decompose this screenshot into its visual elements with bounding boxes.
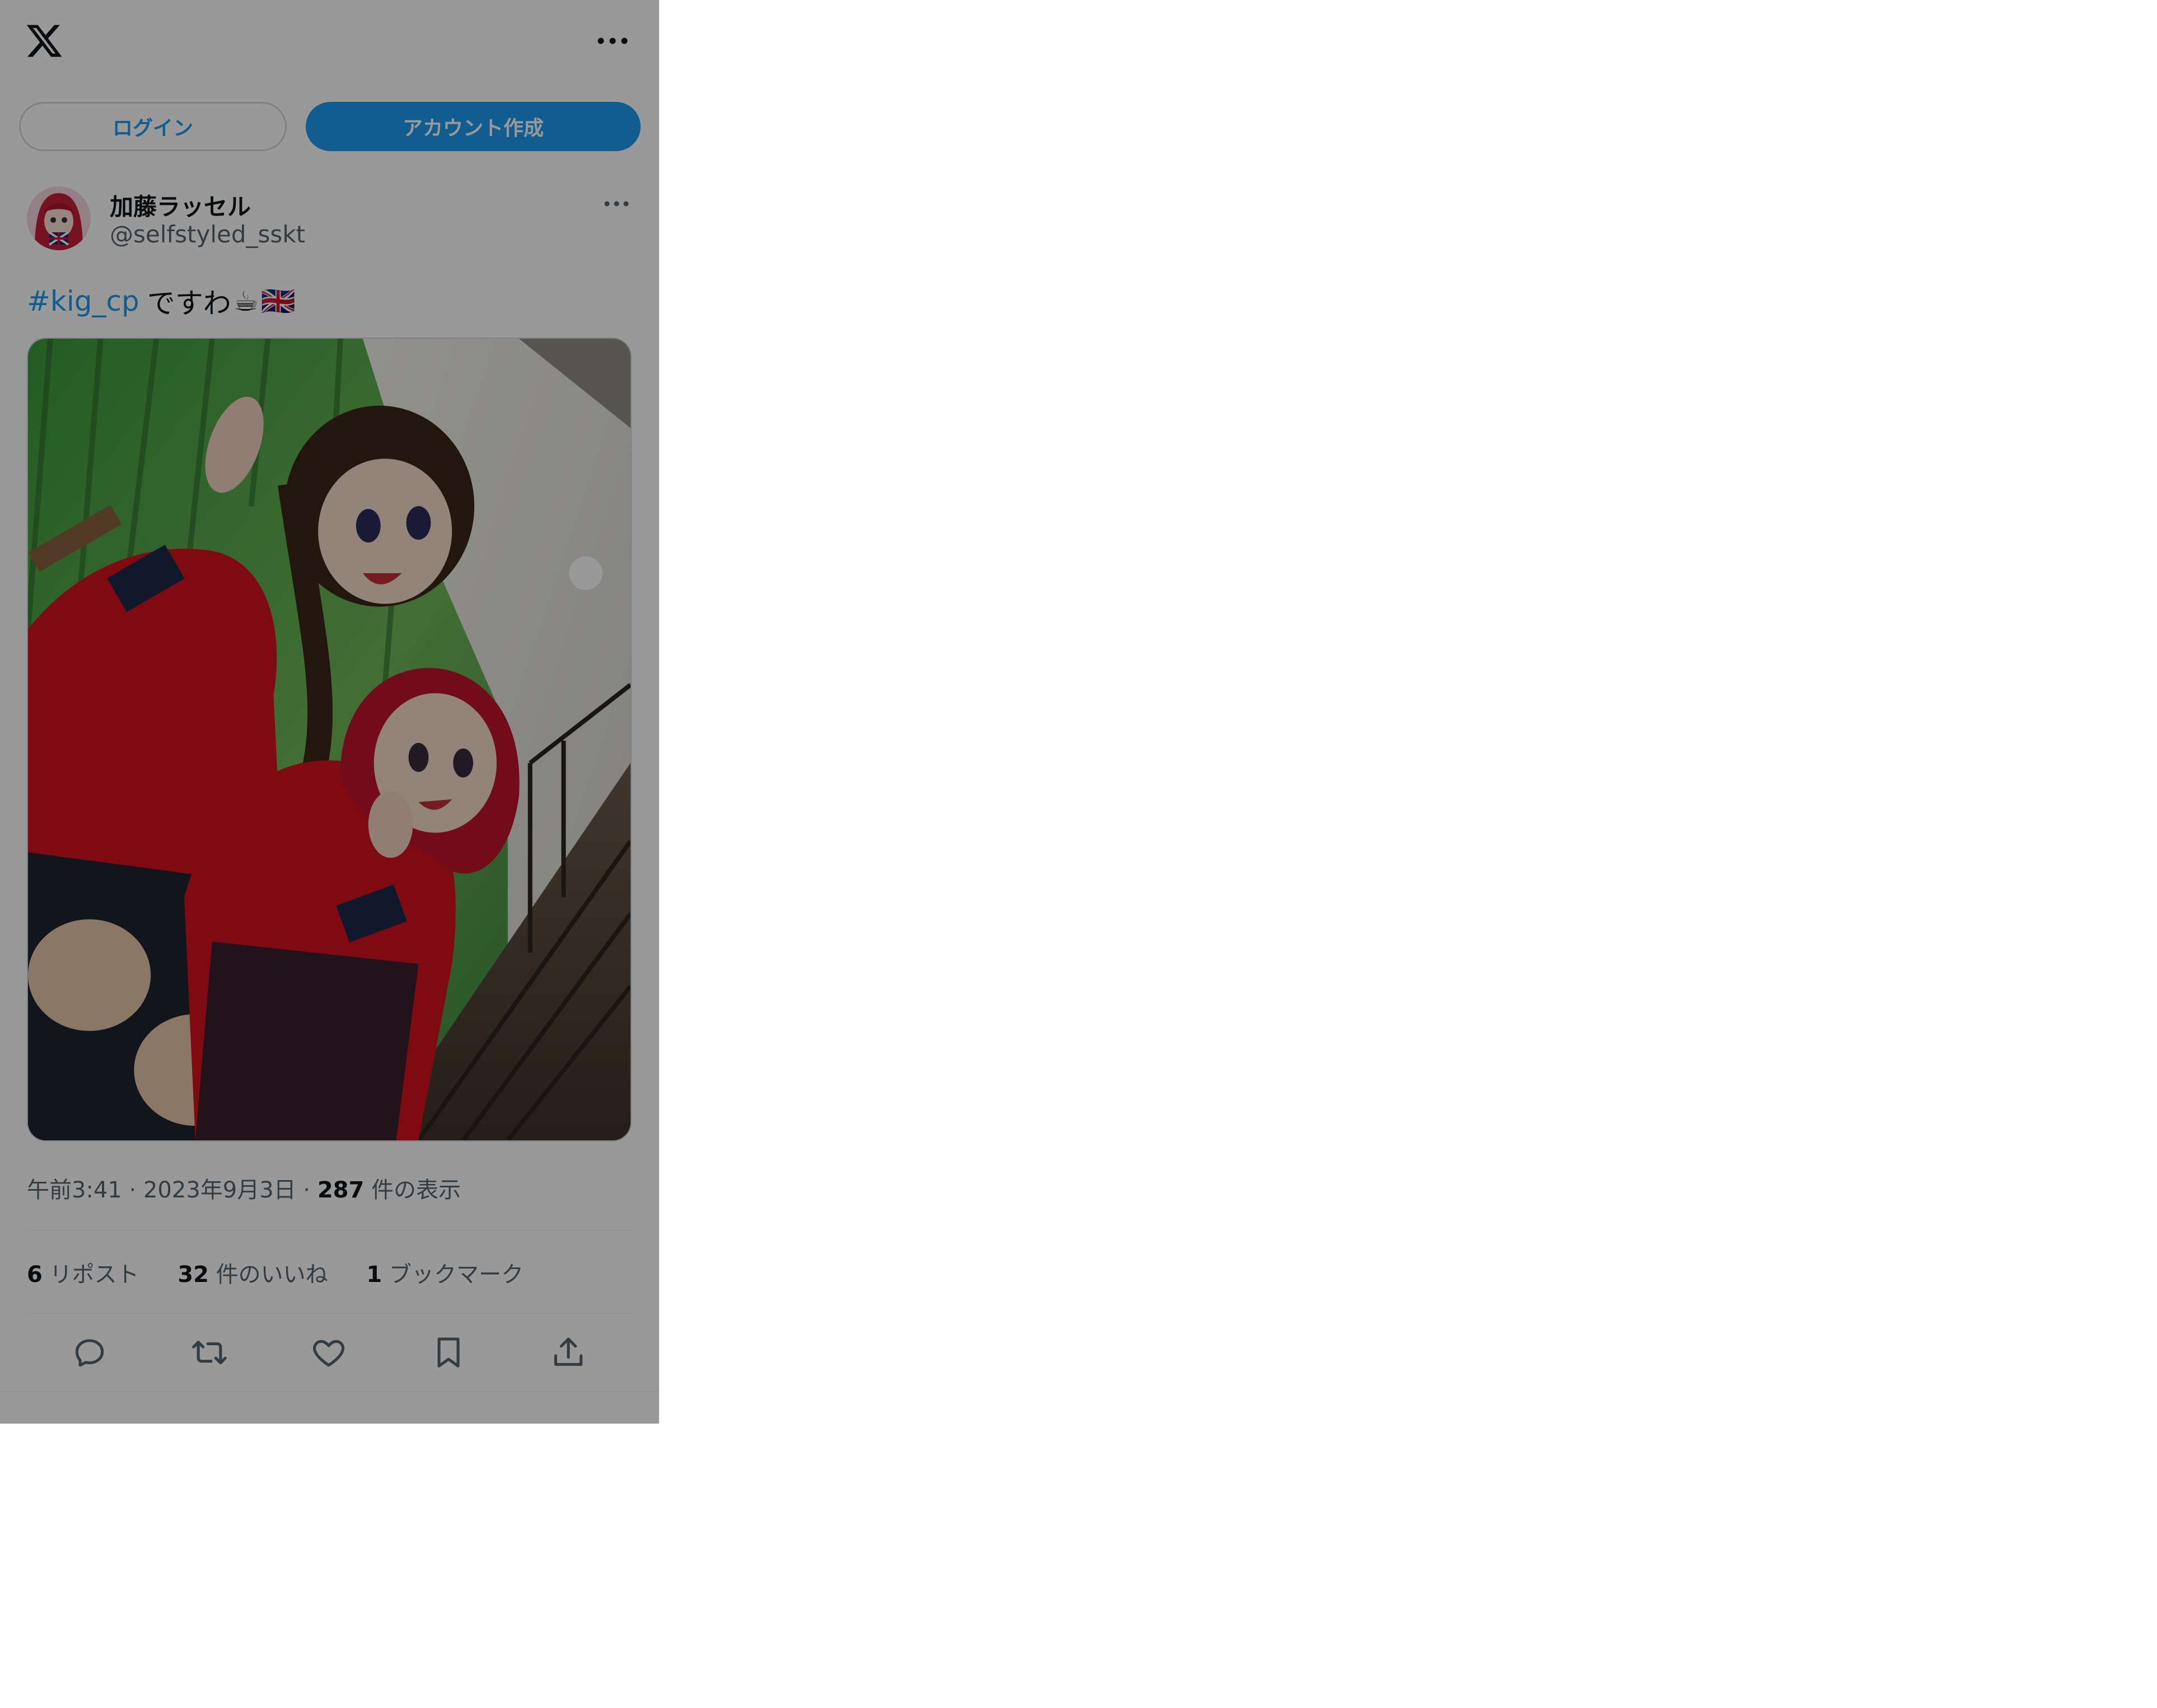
reposts-label: リポスト — [49, 1262, 139, 1288]
bookmarks-stat[interactable]: 1 ブックマーク — [366, 1262, 524, 1288]
coffee-emoji-icon: ☕ — [233, 285, 259, 317]
tweet-date[interactable]: 2023年9月3日 — [143, 1177, 296, 1203]
meta-separator: · — [129, 1177, 143, 1203]
uk-flag-emoji-icon: 🇬🇧 — [260, 284, 296, 317]
reposts-stat[interactable]: 6 リポスト — [27, 1262, 139, 1288]
divider — [27, 1313, 632, 1314]
x-logo-icon[interactable] — [25, 21, 64, 60]
meta-separator: · — [303, 1177, 318, 1203]
likes-stat[interactable]: 32 件のいいね — [178, 1262, 328, 1288]
views-count: 287 — [317, 1177, 365, 1203]
divider — [0, 1391, 659, 1392]
repost-icon[interactable] — [190, 1333, 228, 1372]
signup-button[interactable]: アカウント作成 — [306, 102, 641, 151]
tweet-stats: 6 リポスト 32 件のいいね 1 ブックマーク — [27, 1256, 555, 1289]
tweet-body-text: ですわ — [147, 287, 231, 320]
more-icon[interactable] — [596, 31, 629, 51]
tweet-meta: 午前3:41 · 2023年9月3日 · 287 件の表示 — [27, 1172, 461, 1204]
tweet-time[interactable]: 午前3:41 — [27, 1177, 122, 1203]
views-label: 件の表示 — [371, 1177, 461, 1203]
author-handle[interactable]: @selfstyled_sskt — [110, 221, 305, 248]
likes-count: 32 — [178, 1262, 209, 1288]
share-icon[interactable] — [549, 1333, 587, 1372]
author-display-name[interactable]: 加藤ラッセル — [110, 188, 251, 222]
reposts-count: 6 — [27, 1262, 43, 1288]
like-icon[interactable] — [310, 1333, 348, 1372]
tweet-text: #kig_cp ですわ ☕ 🇬🇧 — [27, 282, 296, 321]
bookmarks-label: ブックマーク — [389, 1262, 524, 1288]
tweet-page: ログイン アカウント作成 加藤ラッセル @selfstyled_sskt #ki… — [0, 0, 659, 1424]
tweet-photo[interactable] — [27, 338, 632, 1141]
bookmarks-count: 1 — [366, 1262, 382, 1288]
avatar[interactable] — [27, 186, 91, 250]
hashtag-link[interactable]: #kig_cp — [27, 285, 139, 317]
bookmark-icon[interactable] — [429, 1333, 468, 1372]
likes-label: 件のいいね — [216, 1262, 328, 1288]
login-button[interactable]: ログイン — [19, 102, 287, 151]
tweet-more-icon[interactable] — [604, 197, 629, 210]
reply-icon[interactable] — [71, 1333, 109, 1372]
divider — [27, 1230, 632, 1231]
